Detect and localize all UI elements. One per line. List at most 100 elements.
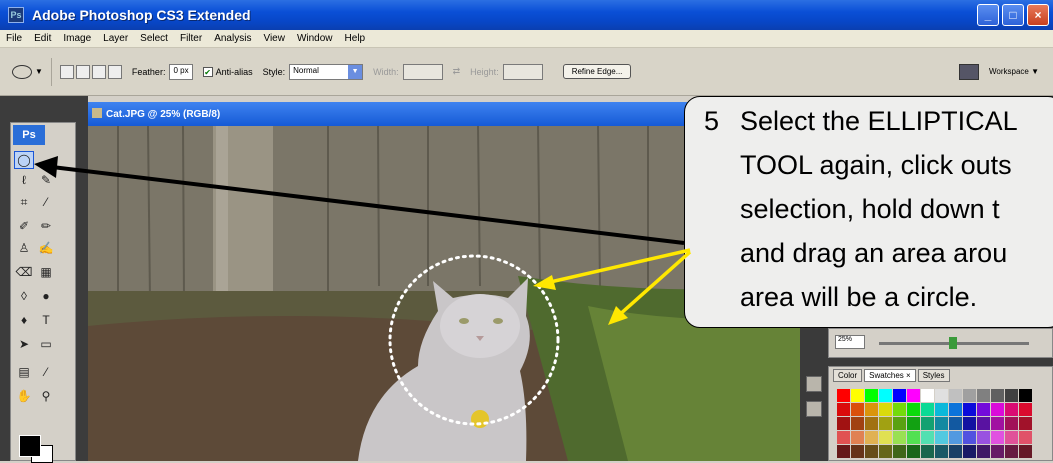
- swatch-cell[interactable]: [879, 417, 892, 430]
- swatch-cell[interactable]: [991, 431, 1004, 444]
- elliptical-marquee-tool-icon[interactable]: ◯: [14, 151, 34, 169]
- maximize-button[interactable]: □: [1002, 4, 1024, 26]
- swatch-cell[interactable]: [879, 403, 892, 416]
- menu-layer[interactable]: Layer: [97, 33, 134, 44]
- bridge-icon[interactable]: [958, 63, 979, 80]
- antialias-checkbox[interactable]: ✔: [202, 66, 213, 77]
- swatch-cell[interactable]: [935, 431, 948, 444]
- subtract-from-selection-icon[interactable]: [91, 64, 106, 79]
- type-tool-icon[interactable]: T: [36, 311, 56, 329]
- swatch-cell[interactable]: [991, 389, 1004, 402]
- swatch-cell[interactable]: [991, 417, 1004, 430]
- new-selection-icon[interactable]: [59, 64, 74, 79]
- crop-tool-icon[interactable]: ⌗: [14, 193, 34, 211]
- swatch-cell[interactable]: [851, 445, 864, 458]
- swatch-cell[interactable]: [865, 445, 878, 458]
- swatch-cell[interactable]: [837, 431, 850, 444]
- menu-filter[interactable]: Filter: [174, 33, 208, 44]
- swatch-cell[interactable]: [879, 389, 892, 402]
- swatch-cell[interactable]: [949, 403, 962, 416]
- eraser-tool-icon[interactable]: ⌫: [14, 263, 34, 281]
- history-brush-tool-icon[interactable]: ✍: [36, 239, 56, 257]
- slice-tool-icon[interactable]: ⁄: [36, 193, 56, 211]
- swatch-cell[interactable]: [1005, 431, 1018, 444]
- swatch-cell[interactable]: [921, 389, 934, 402]
- swatch-cell[interactable]: [907, 431, 920, 444]
- swatch-cell[interactable]: [907, 389, 920, 402]
- swatch-cell[interactable]: [977, 389, 990, 402]
- pencil-tool-icon[interactable]: ✏: [36, 217, 56, 235]
- swatch-cell[interactable]: [991, 445, 1004, 458]
- swatch-cell[interactable]: [851, 417, 864, 430]
- swatch-cell[interactable]: [865, 403, 878, 416]
- style-select[interactable]: Normal ▼: [289, 63, 364, 80]
- close-button[interactable]: ×: [1027, 4, 1049, 26]
- swatch-grid[interactable]: [837, 389, 1032, 458]
- swatch-cell[interactable]: [963, 431, 976, 444]
- intersect-selection-icon[interactable]: [107, 64, 122, 79]
- swatch-cell[interactable]: [977, 431, 990, 444]
- swatch-cell[interactable]: [851, 389, 864, 402]
- swatch-cell[interactable]: [963, 417, 976, 430]
- blur-tool-icon[interactable]: ◊: [14, 287, 34, 305]
- swatch-cell[interactable]: [949, 445, 962, 458]
- swatch-cell[interactable]: [949, 417, 962, 430]
- swatch-cell[interactable]: [921, 417, 934, 430]
- swatch-cell[interactable]: [893, 445, 906, 458]
- workspace-button[interactable]: Workspace ▼: [989, 67, 1039, 76]
- notes-tool-icon[interactable]: ▤: [14, 363, 34, 381]
- tab-color[interactable]: Color: [833, 369, 863, 382]
- swatch-cell[interactable]: [921, 445, 934, 458]
- swatch-cell[interactable]: [1005, 403, 1018, 416]
- swatch-cell[interactable]: [991, 403, 1004, 416]
- swatch-cell[interactable]: [879, 431, 892, 444]
- menu-select[interactable]: Select: [134, 33, 174, 44]
- swatch-cell[interactable]: [949, 431, 962, 444]
- width-input[interactable]: [402, 63, 443, 80]
- height-input[interactable]: [502, 63, 543, 80]
- swatch-cell[interactable]: [977, 417, 990, 430]
- swatch-cell[interactable]: [977, 403, 990, 416]
- swatch-cell[interactable]: [1019, 403, 1032, 416]
- pen-tool-icon[interactable]: ♦: [14, 311, 34, 329]
- swatch-cell[interactable]: [963, 445, 976, 458]
- preset-dropdown-icon[interactable]: ▼: [35, 67, 43, 76]
- zoom-slider-handle[interactable]: [949, 337, 957, 349]
- swatch-cell[interactable]: [893, 403, 906, 416]
- gradient-tool-icon[interactable]: ▦: [36, 263, 56, 281]
- swatch-cell[interactable]: [837, 417, 850, 430]
- clone-stamp-tool-icon[interactable]: ♙: [14, 239, 34, 257]
- swatch-cell[interactable]: [907, 417, 920, 430]
- swatch-cell[interactable]: [963, 389, 976, 402]
- dodge-tool-icon[interactable]: ●: [36, 287, 56, 305]
- swatch-cell[interactable]: [921, 431, 934, 444]
- swatch-cell[interactable]: [837, 445, 850, 458]
- swatch-cell[interactable]: [851, 403, 864, 416]
- swatch-cell[interactable]: [1019, 431, 1032, 444]
- quick-selection-tool-icon[interactable]: ✎: [36, 171, 56, 189]
- zoom-input[interactable]: 25%: [835, 335, 865, 349]
- panel-button[interactable]: [806, 401, 822, 417]
- swatch-cell[interactable]: [893, 389, 906, 402]
- zoom-slider[interactable]: [879, 337, 1029, 349]
- swatch-cell[interactable]: [949, 389, 962, 402]
- swatch-cell[interactable]: [935, 389, 948, 402]
- swatch-cell[interactable]: [865, 431, 878, 444]
- swap-icon[interactable]: ⇄: [453, 66, 461, 77]
- menu-analysis[interactable]: Analysis: [208, 33, 257, 44]
- swatch-cell[interactable]: [837, 389, 850, 402]
- swatch-cell[interactable]: [921, 403, 934, 416]
- elliptical-marquee-preset-icon[interactable]: [12, 64, 32, 79]
- swatch-cell[interactable]: [1019, 417, 1032, 430]
- menu-image[interactable]: Image: [57, 33, 97, 44]
- swatch-cell[interactable]: [935, 445, 948, 458]
- foreground-color-swatch[interactable]: [19, 435, 41, 457]
- swatch-cell[interactable]: [977, 445, 990, 458]
- add-to-selection-icon[interactable]: [75, 64, 90, 79]
- lasso-tool-icon[interactable]: ℓ: [14, 171, 34, 189]
- swatch-cell[interactable]: [893, 417, 906, 430]
- swatch-cell[interactable]: [851, 431, 864, 444]
- swatch-cell[interactable]: [935, 417, 948, 430]
- swatch-cell[interactable]: [1005, 417, 1018, 430]
- swatch-cell[interactable]: [865, 389, 878, 402]
